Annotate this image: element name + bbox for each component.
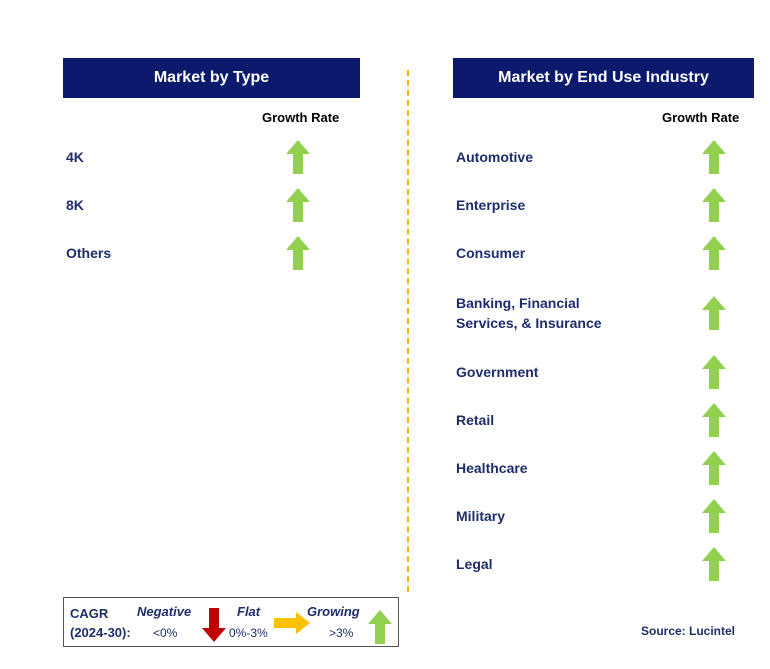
row-label: Automotive xyxy=(456,149,533,165)
arrow-right-icon xyxy=(274,612,310,634)
growth-arrow-up-icon xyxy=(702,547,726,581)
arrow-down-icon xyxy=(202,608,226,642)
legend-flat-range: 0%-3% xyxy=(229,626,268,640)
growth-arrow-up-icon xyxy=(702,188,726,222)
legend-negative: Negative xyxy=(137,604,192,619)
legend-negative-range: <0% xyxy=(153,626,178,640)
growth-arrow-up-icon xyxy=(702,236,726,270)
growth-arrow-up-icon xyxy=(702,403,726,437)
row-label: Others xyxy=(66,245,112,261)
divider xyxy=(407,70,409,592)
row-label: 8K xyxy=(66,197,84,213)
row-label: Retail xyxy=(456,412,495,428)
growth-arrow-up-icon xyxy=(702,140,726,174)
growth-arrow-up-icon xyxy=(286,188,310,222)
source: Source: Lucintel xyxy=(641,624,736,638)
row-label: Banking, Financial Services, & Insurance xyxy=(456,295,602,331)
legend-growing-range: >3% xyxy=(329,626,354,640)
row-label: Consumer xyxy=(456,245,526,261)
growth-arrow-up-icon xyxy=(286,140,310,174)
legend-cagr: CAGR xyxy=(70,606,109,621)
row-label: Legal xyxy=(456,556,493,572)
growth-arrow-up-icon xyxy=(286,236,310,270)
legend-period: (2024-30): xyxy=(70,625,131,640)
row-label: Military xyxy=(456,508,506,524)
market-by-type-header: Market by Type xyxy=(63,58,360,98)
growth-arrow-up-icon xyxy=(702,296,726,330)
row-label: Healthcare xyxy=(456,460,528,476)
growth-arrow-up-icon xyxy=(702,451,726,485)
growth-rate-header-left: Growth Rate xyxy=(262,110,340,125)
legend: CAGR (2024-30): Negative <0% Flat 0%-3% … xyxy=(63,597,399,647)
growth-arrow-up-icon xyxy=(702,355,726,389)
row-label: Enterprise xyxy=(456,197,526,213)
arrow-up-icon xyxy=(368,610,392,644)
growth-rate-header-right: Growth Rate xyxy=(662,110,740,125)
market-by-end-use-header: Market by End Use Industry xyxy=(453,58,754,98)
legend-flat: Flat xyxy=(237,604,261,619)
legend-growing: Growing xyxy=(307,604,360,619)
row-label: Government xyxy=(456,364,539,380)
row-label: 4K xyxy=(66,149,84,165)
growth-arrow-up-icon xyxy=(702,499,726,533)
